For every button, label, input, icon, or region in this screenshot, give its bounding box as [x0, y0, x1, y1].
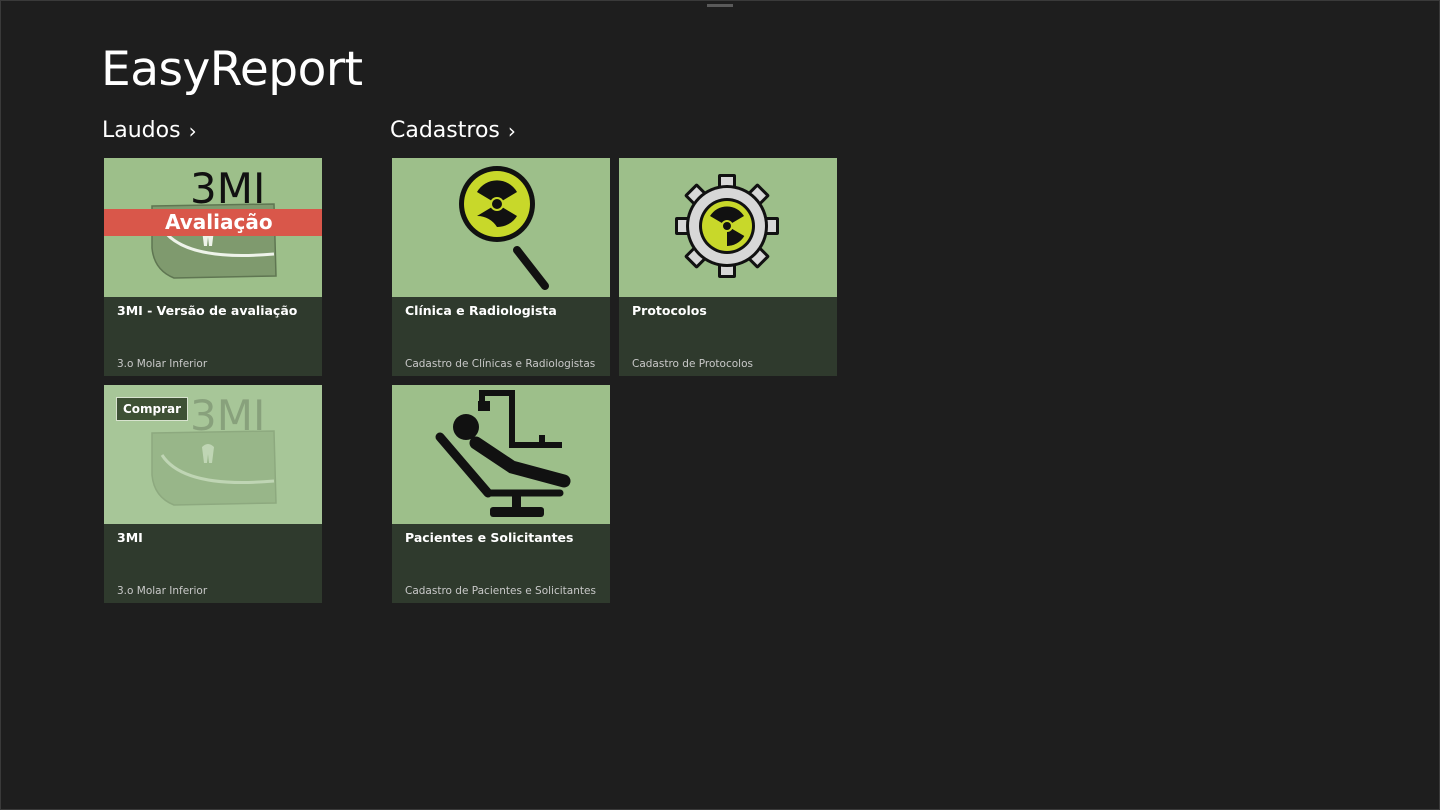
window-grip[interactable]	[707, 4, 733, 7]
tile-subtitle: Cadastro de Clínicas e Radiologistas	[405, 358, 596, 370]
tile-image	[392, 158, 610, 297]
tile-image	[619, 158, 837, 297]
magnifier-radiation-icon	[459, 166, 549, 290]
gear-radiation-icon	[675, 174, 779, 278]
app-title: EasyReport	[101, 42, 363, 97]
tile-title: Clínica e Radiologista	[405, 303, 557, 318]
tile-clinica-radiologista[interactable]: Clínica e Radiologista Cadastro de Clíni…	[392, 158, 610, 376]
buy-button[interactable]: Comprar	[116, 397, 188, 421]
tile-image: 3MI Comprar	[104, 385, 322, 524]
tile-title: Protocolos	[632, 303, 707, 318]
tile-protocolos[interactable]: Protocolos Cadastro de Protocolos	[619, 158, 837, 376]
tile-image-text: 3MI	[190, 391, 266, 440]
tile-image	[392, 385, 610, 524]
tile-subtitle: Cadastro de Protocolos	[632, 358, 753, 370]
tile-image: 3MI Avaliação	[104, 158, 322, 297]
tile-image-text: 3MI	[190, 164, 266, 213]
tile-title: 3MI - Versão de avaliação	[117, 303, 298, 318]
tile-title: 3MI	[117, 530, 143, 545]
tile-subtitle: 3.o Molar Inferior	[117, 585, 208, 597]
group-header-cadastros[interactable]: Cadastros ›	[390, 118, 516, 143]
group-label: Cadastros	[390, 118, 500, 143]
tile-pacientes-solicitantes[interactable]: Pacientes e Solicitantes Cadastro de Pac…	[392, 385, 610, 603]
dental-chair-icon	[435, 390, 571, 517]
group-label: Laudos	[102, 118, 181, 143]
tile-subtitle: Cadastro de Pacientes e Solicitantes	[405, 585, 596, 597]
tile-subtitle: 3.o Molar Inferior	[117, 358, 208, 370]
tile-3mi[interactable]: 3MI Comprar 3MI 3.o Molar Inferior	[104, 385, 322, 603]
evaluation-banner-text: Avaliação	[165, 210, 273, 234]
tile-title: Pacientes e Solicitantes	[405, 530, 574, 545]
chevron-right-icon: ›	[188, 119, 197, 143]
chevron-right-icon: ›	[507, 119, 516, 143]
group-header-laudos[interactable]: Laudos ›	[102, 118, 197, 143]
tile-3mi-evaluation[interactable]: 3MI Avaliação 3MI - Versão de avaliação …	[104, 158, 322, 376]
